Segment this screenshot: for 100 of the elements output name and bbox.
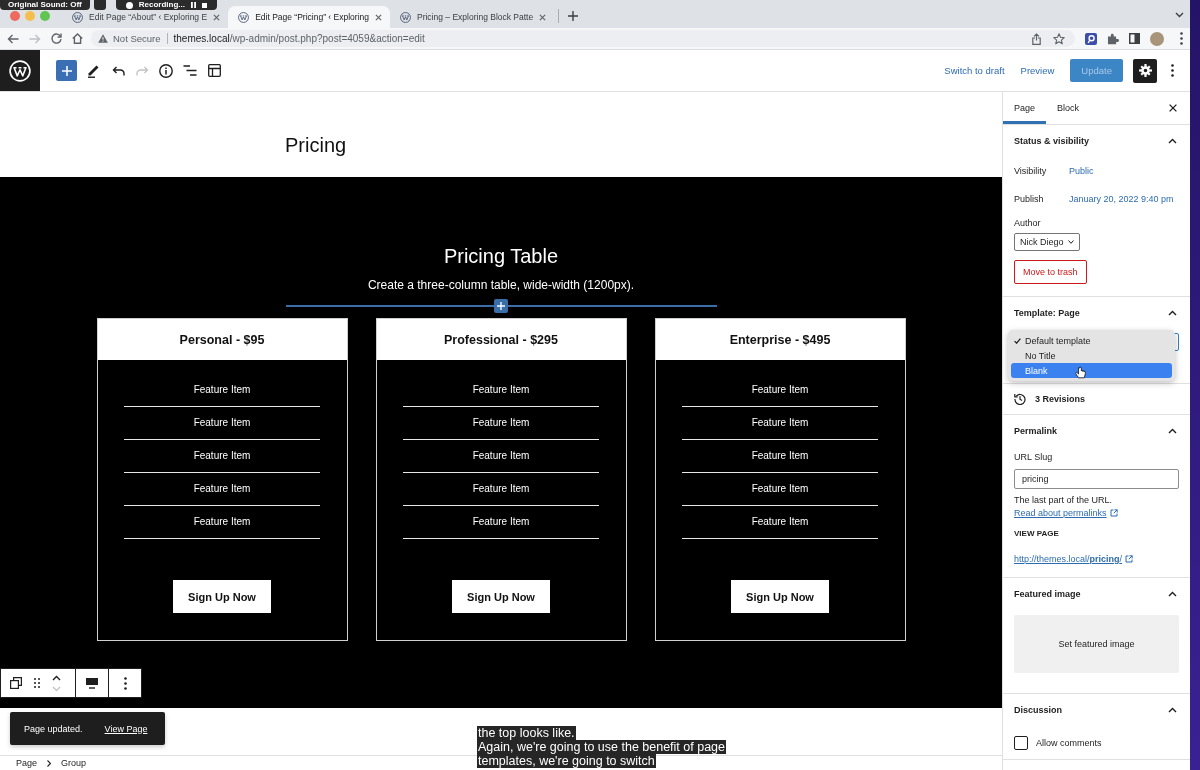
caption-text: templates, we're going to switch <box>477 754 656 768</box>
feature-item: Feature Item <box>682 440 878 473</box>
panel-toggle[interactable]: Discussion <box>1003 694 1190 726</box>
stop-icon[interactable] <box>202 2 207 8</box>
add-block-button[interactable] <box>56 60 77 81</box>
setting-value-link[interactable]: January 20, 2022 9:40 pm <box>1069 194 1174 204</box>
sidebar-tab[interactable]: Block <box>1046 92 1091 124</box>
breadcrumb-item[interactable]: Group <box>57 756 91 770</box>
header-link[interactable]: Preview <box>1014 58 1061 83</box>
plan-heading: Enterprise - $495 <box>655 319 905 360</box>
feature-item: Feature Item <box>124 374 320 407</box>
home-icon[interactable] <box>72 33 83 44</box>
checkbox[interactable] <box>1014 736 1028 750</box>
share-icon[interactable] <box>1032 32 1041 45</box>
history-icon <box>1014 393 1026 405</box>
sign-up-button[interactable]: Sign Up Now <box>452 580 550 613</box>
pause-icon[interactable] <box>191 2 196 8</box>
caption-text: Again, we're going to use the benefit of page <box>477 740 726 754</box>
panel-toggle[interactable]: Featured image <box>1003 578 1190 610</box>
help-text: The last part of the URL. Read about permalinks <box>1014 494 1179 520</box>
list-view-icon[interactable] <box>183 65 197 76</box>
permalinks-link[interactable]: Read about permalinks <box>1014 508 1118 518</box>
feature-item: Feature Item <box>403 440 599 473</box>
more-icon[interactable] <box>123 676 127 690</box>
panel-toggle[interactable]: Permalink <box>1003 415 1190 447</box>
caption-text: the top looks like. <box>477 726 576 740</box>
more-icon[interactable] <box>1180 32 1183 45</box>
wordpress-icon <box>72 11 83 23</box>
panel-toggle[interactable]: Status & visibility <box>1003 125 1190 157</box>
move-to-trash-button[interactable]: Move to trash <box>1014 260 1087 284</box>
settings-icon <box>1138 64 1152 77</box>
plan-heading: Professional - $295 <box>376 319 626 360</box>
chevron-right-icon <box>47 759 52 767</box>
view-page-link[interactable]: View Page <box>104 723 148 734</box>
field-label: Visibility <box>1014 166 1048 176</box>
field-label: Author <box>1014 217 1042 229</box>
drag-handle-icon[interactable] <box>34 678 40 688</box>
menu-option[interactable]: Blank <box>1011 363 1172 378</box>
panel-toggle[interactable]: Template: Page <box>1003 297 1190 329</box>
sign-up-button[interactable]: Sign Up Now <box>173 580 271 613</box>
extension-icon[interactable] <box>1085 32 1097 45</box>
set-featured-image-button[interactable]: Set featured image <box>1014 615 1179 673</box>
header-link[interactable]: Switch to draft <box>938 58 1011 83</box>
revisions-button[interactable]: 3 Revisions <box>1003 384 1190 414</box>
url-slug-field[interactable]: pricing <box>1014 469 1179 489</box>
section-label: VIEW PAGE <box>1014 528 1060 540</box>
feature-item: Feature Item <box>403 506 599 539</box>
page-title[interactable]: Pricing <box>285 133 347 157</box>
warning-icon <box>98 34 108 43</box>
align-icon[interactable] <box>86 677 98 689</box>
security-indicator[interactable]: Not Secure <box>98 33 161 44</box>
sidebar-tab[interactable]: Page <box>1003 92 1047 124</box>
breadcrumb-item[interactable]: Page <box>12 756 42 770</box>
check-icon <box>1014 337 1021 344</box>
star-icon[interactable] <box>1053 32 1065 45</box>
recorder-button[interactable] <box>93 0 106 10</box>
side-panel-icon[interactable] <box>1129 33 1140 44</box>
layout-icon[interactable] <box>207 64 221 77</box>
back-icon[interactable] <box>7 33 19 44</box>
chevron-down-icon[interactable] <box>1175 12 1184 18</box>
overlapping-squares-icon[interactable] <box>10 677 22 689</box>
feature-item: Feature Item <box>403 374 599 407</box>
reload-icon[interactable] <box>51 33 62 44</box>
info-icon[interactable] <box>159 63 173 78</box>
field-label: URL Slug <box>1014 451 1054 463</box>
feature-item: Feature Item <box>124 407 320 440</box>
chevron-up-icon[interactable] <box>52 674 61 681</box>
browser-tab[interactable]: Edit Page “Pricing” ‹ Exploring <box>228 6 390 28</box>
settings-button[interactable] <box>1133 58 1157 83</box>
browser-tab[interactable]: Pricing – Exploring Block Patte <box>390 6 555 28</box>
puzzle-icon[interactable] <box>1107 32 1119 45</box>
external-link-icon <box>1125 555 1134 563</box>
external-link-icon <box>1109 509 1118 517</box>
author-select[interactable]: Nick Diego <box>1014 233 1080 251</box>
profile-avatar[interactable] <box>1150 31 1164 46</box>
view-page-url-link[interactable]: http://themes.local/pricing/ <box>1014 553 1134 565</box>
new-tab-icon[interactable] <box>568 11 579 21</box>
recording-dot-icon <box>125 1 133 9</box>
feature-item: Feature Item <box>403 407 599 440</box>
feature-item: Feature Item <box>124 473 320 506</box>
plus-icon <box>61 65 72 76</box>
undo-icon[interactable] <box>111 65 125 76</box>
address-field[interactable]: Not Secure themes.local/wp-admin/post.php?post=4059&action=edit <box>91 30 1075 47</box>
setting-value-link[interactable]: Public <box>1069 166 1094 176</box>
recording-status: Recording... <box>138 0 185 10</box>
wordpress-logo-button[interactable] <box>0 50 40 91</box>
menu-option[interactable]: Default template <box>1011 333 1172 348</box>
pencil-icon[interactable] <box>87 63 101 78</box>
sign-up-button[interactable]: Sign Up Now <box>731 580 829 613</box>
feature-item: Feature Item <box>682 374 878 407</box>
menu-option[interactable]: No Title <box>1011 348 1172 363</box>
more-icon[interactable] <box>1170 64 1174 77</box>
insert-block-button[interactable] <box>493 299 508 313</box>
sound-status-label: Original Sound: Off <box>0 0 90 10</box>
feature-item: Feature Item <box>124 440 320 473</box>
wordpress-icon <box>400 11 411 23</box>
close-icon[interactable] <box>1169 104 1177 112</box>
feature-item: Feature Item <box>682 506 878 539</box>
feature-item: Feature Item <box>682 473 878 506</box>
plan-heading: Personal - $95 <box>97 319 347 360</box>
